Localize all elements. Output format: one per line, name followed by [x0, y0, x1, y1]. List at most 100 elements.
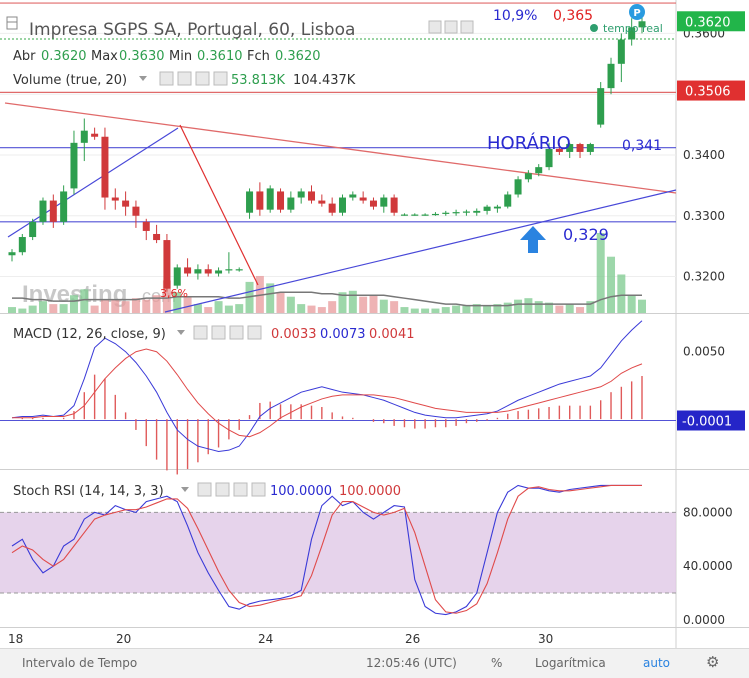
macd-value-2: 0.0073 — [320, 327, 366, 342]
candle-body[interactable] — [142, 221, 150, 231]
candle-body[interactable] — [576, 144, 584, 152]
stoch-value-1: 100.0000 — [270, 484, 332, 499]
candle-body[interactable] — [266, 188, 274, 210]
candle-body[interactable] — [328, 203, 336, 213]
percent-toggle[interactable]: % — [491, 656, 502, 670]
candle-body[interactable] — [246, 191, 254, 213]
volume-bar — [286, 296, 295, 313]
chart-root: Investing .com 0.0050-0.0001 80.000040.0… — [0, 0, 749, 678]
candle-body[interactable] — [204, 269, 212, 274]
clock-display: 12:05:46 (UTC) — [366, 656, 457, 670]
candle-body[interactable] — [318, 200, 326, 204]
ohlc-value: 0.3630 — [119, 49, 165, 64]
price-panel[interactable] — [0, 0, 676, 313]
volume-bar — [193, 304, 202, 313]
title-settings-icons[interactable] — [428, 20, 474, 34]
live-badge-letter: P — [633, 8, 640, 19]
candle-body[interactable] — [287, 197, 295, 210]
candle-body[interactable] — [163, 240, 171, 289]
candle-body[interactable] — [29, 221, 37, 238]
candle-body[interactable] — [153, 233, 161, 241]
candle-body[interactable] — [70, 142, 78, 189]
candle-body[interactable] — [91, 133, 99, 137]
candle-body[interactable] — [535, 167, 543, 174]
candle-body[interactable] — [390, 197, 398, 213]
time-tick-label: 24 — [258, 632, 273, 646]
candle-body[interactable] — [132, 206, 140, 216]
candle-body[interactable] — [421, 214, 429, 216]
candle-body[interactable] — [607, 63, 615, 89]
candle-body[interactable] — [225, 269, 233, 271]
volume-bar — [483, 305, 492, 313]
candle-body[interactable] — [8, 252, 16, 256]
candle-body[interactable] — [411, 214, 419, 216]
auto-toggle[interactable]: auto — [643, 656, 670, 670]
volume-bar — [452, 305, 461, 313]
volume-bar — [276, 292, 285, 313]
candle-body[interactable] — [122, 200, 130, 207]
time-tick-label: 30 — [538, 632, 553, 646]
volume-bar — [421, 308, 430, 313]
candle-body[interactable] — [400, 214, 408, 216]
candle-body[interactable] — [349, 194, 357, 198]
candle-body[interactable] — [49, 200, 57, 222]
bottom-toolbar: Intervalo de Tempo 12:05:46 (UTC) % Loga… — [0, 648, 749, 678]
candle-body[interactable] — [256, 191, 264, 210]
volume-bar — [214, 301, 223, 313]
volume-bar — [224, 305, 233, 313]
volume-bar — [617, 274, 626, 313]
candle-body[interactable] — [39, 200, 47, 222]
candle-body[interactable] — [277, 191, 285, 210]
ohlc-label: Fch — [247, 49, 270, 64]
gear-icon[interactable]: ⚙ — [706, 653, 719, 671]
candle-body[interactable] — [338, 197, 346, 213]
ohlc-label: Max — [91, 49, 118, 64]
candle-body[interactable] — [431, 213, 439, 216]
price-label-text: 0.3506 — [685, 85, 731, 100]
candle-body[interactable] — [111, 197, 119, 201]
volume-value-2: 104.437K — [293, 73, 356, 88]
annotation-329: 0,329 — [563, 225, 609, 244]
volume-bar — [18, 308, 27, 313]
log-toggle[interactable]: Logarítmica — [535, 656, 606, 670]
candle-body[interactable] — [483, 206, 491, 211]
volume-bar — [514, 299, 523, 313]
interval-button[interactable]: Intervalo de Tempo — [22, 656, 137, 670]
candle-body[interactable] — [493, 206, 501, 209]
candle-body[interactable] — [597, 88, 605, 125]
ohlc-label: Min — [169, 49, 192, 64]
volume-bar — [307, 305, 316, 313]
candle-body[interactable] — [442, 212, 450, 214]
candle-body[interactable] — [194, 269, 202, 274]
candle-body[interactable] — [586, 144, 594, 152]
candle-body[interactable] — [60, 191, 68, 222]
candle-body[interactable] — [235, 269, 243, 271]
candle-body[interactable] — [473, 210, 481, 213]
candle-body[interactable] — [514, 179, 522, 195]
candle-body[interactable] — [308, 191, 316, 201]
candle-body[interactable] — [524, 173, 532, 180]
stoch-label: Stoch RSI (14, 14, 3, 3) — [13, 484, 164, 499]
candle-body[interactable] — [101, 136, 109, 198]
candle-body[interactable] — [452, 212, 460, 214]
candle-body[interactable] — [462, 211, 470, 213]
candle-body[interactable] — [369, 200, 377, 207]
candle-body[interactable] — [184, 267, 192, 274]
volume-bar — [555, 305, 564, 313]
candle-body[interactable] — [18, 237, 26, 253]
candle-body[interactable] — [80, 130, 88, 143]
annotation-horario: HORÁRIO — [487, 132, 571, 154]
volume-bar — [317, 307, 326, 313]
volume-bar — [328, 301, 337, 313]
candle-body[interactable] — [297, 191, 305, 198]
candle-body[interactable] — [215, 270, 223, 274]
candle-body[interactable] — [617, 39, 625, 64]
ohlc-value: 0.3620 — [275, 49, 321, 64]
stoch-tick-label: 80.0000 — [683, 505, 733, 519]
volume-bar — [369, 295, 378, 313]
candle-body[interactable] — [380, 197, 388, 207]
candle-body[interactable] — [173, 267, 181, 286]
chart-svg[interactable]: Investing .com 0.0050-0.0001 80.000040.0… — [0, 0, 749, 648]
candle-body[interactable] — [359, 197, 367, 201]
candle-body[interactable] — [504, 194, 512, 207]
